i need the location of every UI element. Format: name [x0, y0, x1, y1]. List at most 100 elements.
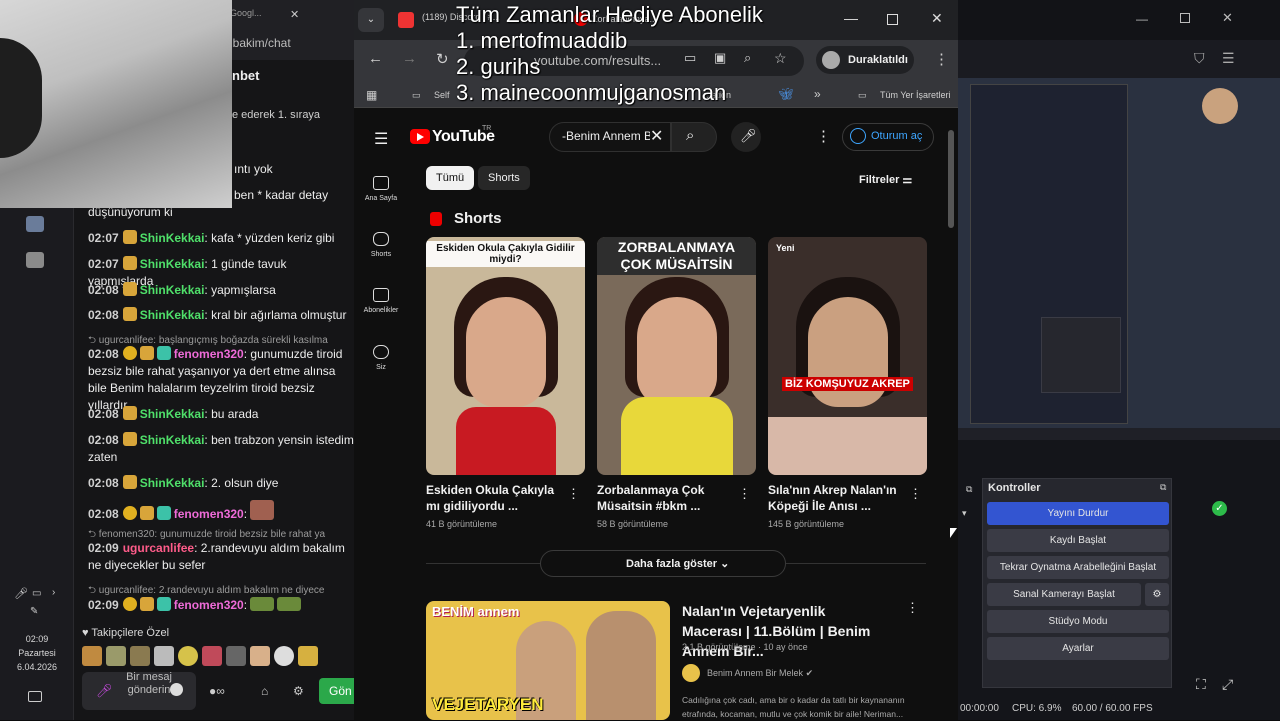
badge-icon	[156, 506, 171, 520]
chevron-down-icon[interactable]: ▾	[962, 508, 967, 519]
sidebar-item-subscriptions[interactable]: Abonelikler	[354, 288, 408, 314]
send-button[interactable]: Gön	[319, 678, 359, 704]
maximize-icon[interactable]	[1180, 13, 1190, 23]
clock[interactable]: 02:09 Pazartesi 6.04.2026	[0, 632, 74, 674]
region-label: TR	[482, 125, 492, 132]
maximize-icon[interactable]	[887, 14, 898, 25]
apps-icon[interactable]: ▦	[366, 88, 377, 102]
video-meta: 2,1 B görüntüleme · 10 ay önce	[682, 642, 808, 652]
webcam-object	[0, 38, 42, 158]
folder-icon[interactable]: ▭	[858, 90, 867, 101]
settings-menu-icon[interactable]: ⋮	[816, 127, 831, 145]
channel-name[interactable]: Benim Annem Bir Melek ✔	[707, 668, 813, 679]
mic-icon[interactable]: 🎤︎	[14, 587, 28, 600]
chevron-down-icon[interactable]: ⌄	[358, 8, 384, 32]
close-icon[interactable]: ✕	[931, 10, 943, 27]
monitor-icon[interactable]: ▭	[32, 588, 41, 599]
gear-icon[interactable]: ⚙	[293, 684, 304, 698]
emote-icon[interactable]	[130, 646, 150, 666]
close-icon[interactable]: ✕	[290, 8, 299, 21]
short-title[interactable]: Eskiden Okula Çakıyla mı gidiliyordu ...	[426, 482, 566, 514]
divider	[786, 563, 926, 564]
chip-shorts[interactable]: Shorts	[478, 166, 530, 190]
forward-icon[interactable]: →	[402, 50, 417, 67]
channel-avatar[interactable]	[682, 664, 700, 682]
short-title[interactable]: Zorbalanmaya Çok Müsaitsin #bkm ...	[597, 482, 737, 514]
emoji-icon[interactable]	[170, 683, 183, 696]
mic-icon: 🎤︎	[740, 128, 757, 143]
bits-icon[interactable]: ●∞	[209, 684, 225, 698]
expand-icon[interactable]: ⤢	[1222, 676, 1233, 693]
close-icon[interactable]: ✕	[1222, 10, 1233, 26]
more-icon[interactable]: ⋮	[738, 486, 751, 502]
short-title[interactable]: Sıla'nın Akrep Nalan'ın Köpeği İle Anısı…	[768, 482, 908, 514]
notification-icon[interactable]	[28, 691, 42, 702]
short-thumbnail[interactable]: Eskiden Okula Çakıyla Gidilir miydi?	[426, 237, 585, 475]
hamburger-icon[interactable]: ☰	[374, 129, 388, 149]
app-icon[interactable]	[26, 216, 44, 232]
video-title[interactable]: Nalan'ın Vejetaryenlik Macerası | 11.Böl…	[682, 601, 882, 661]
minimize-icon[interactable]: —	[1136, 12, 1148, 26]
studio-mode-button[interactable]: Stüdyo Modu	[987, 610, 1169, 633]
reload-icon[interactable]: ↻	[436, 50, 449, 68]
fullscreen-icon[interactable]: ⛶	[1196, 676, 1206, 693]
dock-float-icon[interactable]: ⧉	[966, 484, 972, 495]
more-icon[interactable]: ⋮	[567, 486, 580, 502]
chat-tab-title[interactable]: Googl...	[230, 8, 262, 18]
dock-float-icon[interactable]: ⧉	[1160, 482, 1166, 493]
start-recording-button[interactable]: Kaydı Başlat	[987, 529, 1169, 552]
start-virtual-camera-button[interactable]: Sanal Kamerayı Başlat	[987, 583, 1141, 606]
video-thumbnail[interactable]: BENİM annem VEJETARYEN	[426, 601, 670, 720]
chat-url[interactable]: lbakim/chat	[230, 36, 291, 50]
verified-icon: ✔	[805, 668, 814, 678]
butterfly-icon[interactable]: 🦋︎	[778, 87, 793, 101]
folder-icon[interactable]: ▭	[412, 90, 421, 101]
voice-search-button[interactable]: 🎤︎	[731, 122, 761, 152]
menu-icon[interactable]: ⋮	[934, 50, 949, 68]
emote-icon[interactable]	[226, 646, 246, 666]
cpu-usage: CPU: 6.9%	[1012, 703, 1062, 714]
emote-icon[interactable]	[82, 646, 102, 666]
more-icon[interactable]: ⋮	[909, 486, 922, 502]
chip-all[interactable]: Tümü	[426, 166, 475, 190]
emote-icon[interactable]	[178, 646, 198, 666]
sidebar-item-shorts[interactable]: Shorts	[354, 232, 408, 258]
store-icon[interactable]: ⌂	[261, 684, 268, 698]
chevron-right-icon[interactable]: ›	[52, 587, 55, 598]
fps-readout: 60.00 / 60.00 FPS	[1072, 703, 1153, 714]
clear-icon[interactable]: ✕	[650, 126, 663, 146]
app-icon[interactable]	[26, 252, 44, 268]
more-icon[interactable]: ⋮	[906, 600, 919, 616]
back-icon[interactable]: ←	[368, 50, 383, 67]
emote-icon[interactable]	[154, 646, 174, 666]
emote-icon[interactable]	[250, 646, 270, 666]
menu-icon[interactable]: ☰	[1222, 50, 1235, 67]
play-icon	[417, 133, 424, 141]
emote-icon[interactable]	[202, 646, 222, 666]
overlay-entry: 1. mertofmuaddib	[456, 28, 628, 53]
minimize-icon[interactable]: —	[844, 10, 858, 26]
sidebar-item-you[interactable]: Siz	[354, 345, 408, 371]
short-thumbnail[interactable]: ZORBALANMAYA ÇOK MÜSAİTSİN	[597, 237, 756, 475]
bookmark-all[interactable]: Tüm Yer İşaretleri	[880, 90, 951, 100]
start-replay-buffer-button[interactable]: Tekrar Oynatma Arabelleğini Başlat	[987, 556, 1169, 579]
pen-icon[interactable]: ✎	[30, 606, 38, 617]
scrollbar[interactable]	[948, 130, 954, 228]
settings-button[interactable]: Ayarlar	[987, 637, 1169, 660]
short-thumbnail[interactable]: Yeni BİZ KOMŞUYUZ AKREP	[768, 237, 927, 475]
account-icon	[373, 345, 389, 359]
controls-dock-title: Kontroller	[988, 482, 1041, 494]
emote-icon[interactable]	[298, 646, 318, 666]
emote-icon[interactable]	[274, 646, 294, 666]
shield-icon[interactable]: ⛉	[1194, 50, 1205, 67]
mic-icon[interactable]: 🎤︎	[96, 683, 113, 699]
emote-icon[interactable]	[106, 646, 126, 666]
stop-stream-button[interactable]: Yayını Durdur	[987, 502, 1169, 525]
search-button[interactable]: ⌕	[671, 122, 717, 152]
star-icon[interactable]: ☆	[774, 50, 787, 67]
filters-button[interactable]: Filtreler ⚌	[859, 173, 912, 186]
bookmark-self[interactable]: Self	[434, 90, 450, 100]
sidebar-item-home[interactable]: Ana Sayfa	[354, 176, 408, 202]
chevron-right-icon[interactable]: »	[814, 87, 821, 101]
virtual-camera-settings-button[interactable]: ⚙	[1145, 583, 1169, 606]
